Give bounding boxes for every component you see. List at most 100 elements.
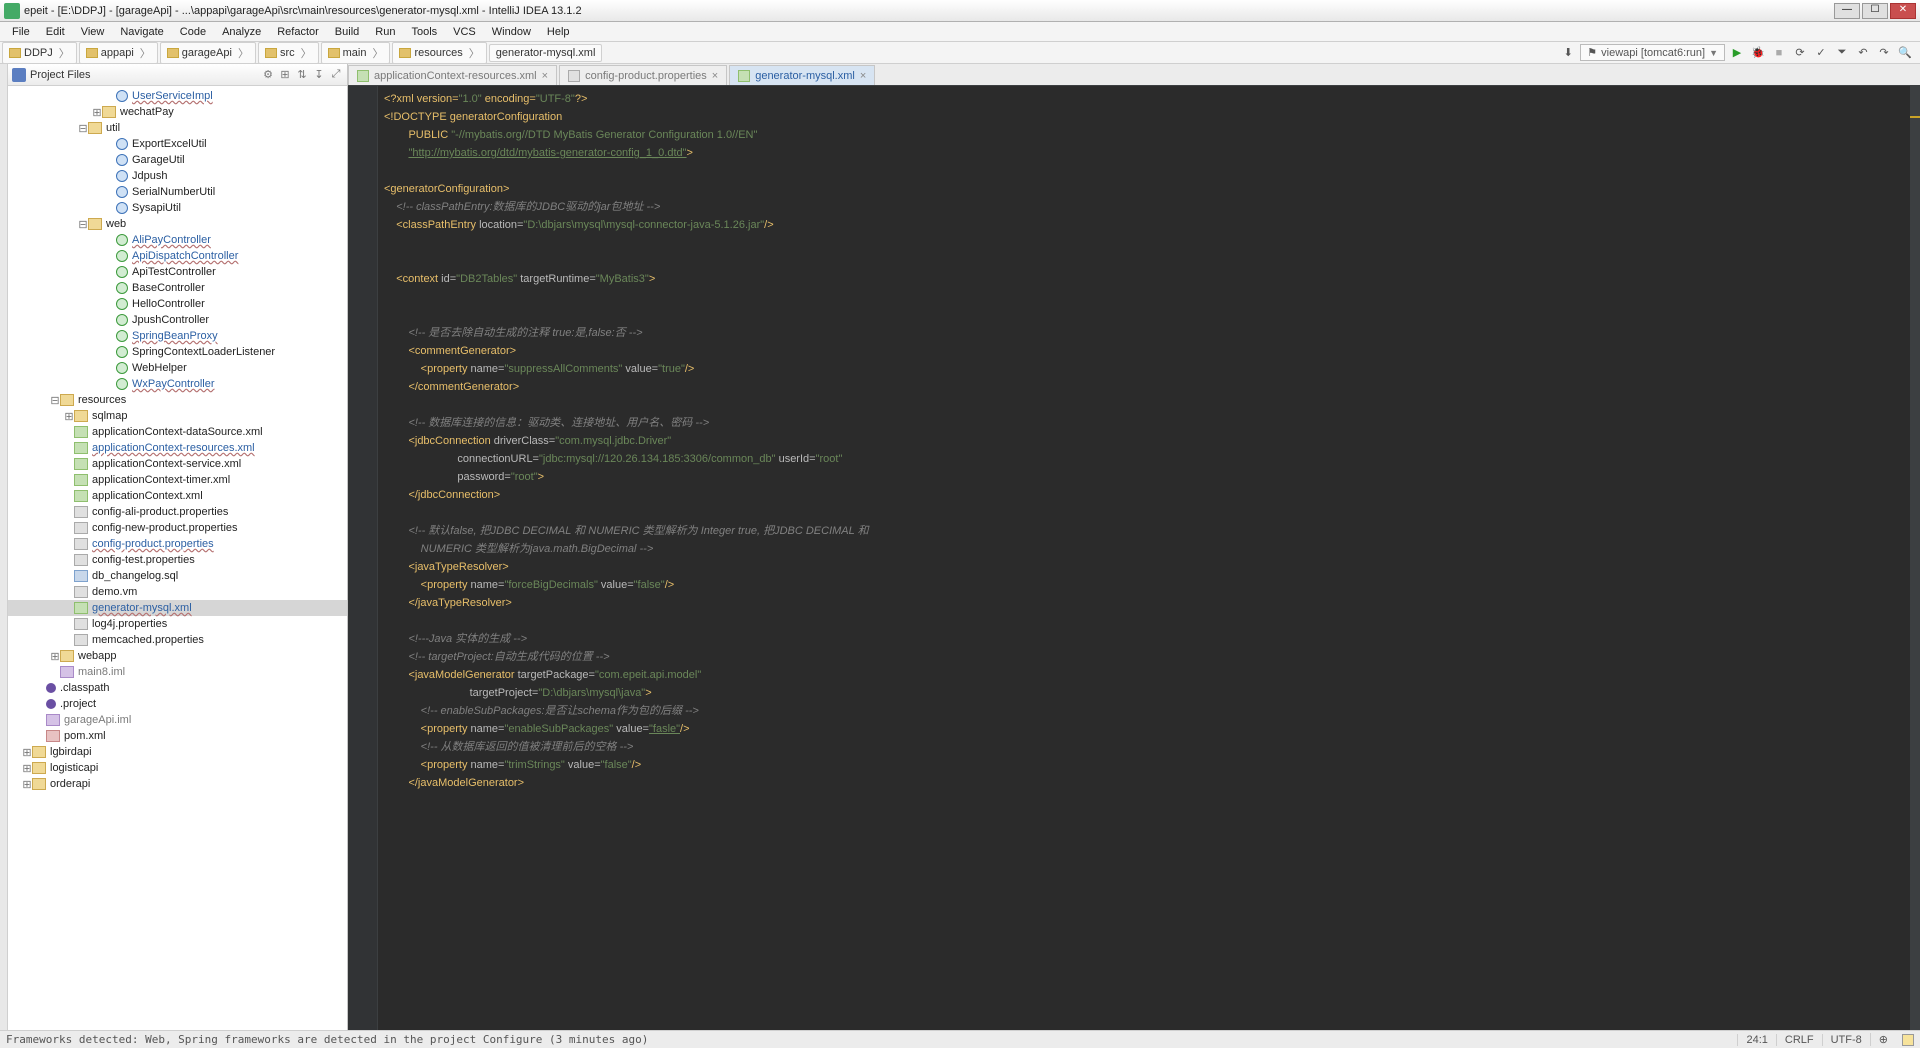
tree-node[interactable]: config-test.properties: [8, 552, 347, 568]
forward-icon[interactable]: ↷: [1875, 44, 1893, 62]
tree-node[interactable]: applicationContext-timer.xml: [8, 472, 347, 488]
menu-build[interactable]: Build: [327, 24, 367, 40]
tree-node[interactable]: JpushController: [8, 312, 347, 328]
close-button[interactable]: ✕: [1890, 3, 1916, 19]
tree-node[interactable]: ⊞lgbirdapi: [8, 744, 347, 760]
line-separator[interactable]: CRLF: [1776, 1034, 1822, 1046]
tree-node[interactable]: SpringBeanProxy: [8, 328, 347, 344]
tree-node[interactable]: WebHelper: [8, 360, 347, 376]
tree-node[interactable]: config-product.properties: [8, 536, 347, 552]
gear-icon[interactable]: ⚙: [261, 68, 275, 82]
crumb-root[interactable]: DDPJ: [2, 42, 77, 64]
crumb[interactable]: src: [258, 42, 319, 64]
back-icon[interactable]: ↶: [1854, 44, 1872, 62]
tree-node[interactable]: garageApi.iml: [8, 712, 347, 728]
make-project-icon[interactable]: ⬇: [1559, 44, 1577, 62]
scroll-from-icon[interactable]: ↧: [312, 68, 326, 82]
tree-twisty-icon[interactable]: ⊟: [50, 394, 60, 407]
menu-tools[interactable]: Tools: [403, 24, 445, 40]
tab-config-product[interactable]: config-product.properties×: [559, 65, 727, 85]
tree-node[interactable]: ⊞webapp: [8, 648, 347, 664]
menu-run[interactable]: Run: [367, 24, 403, 40]
tree-twisty-icon[interactable]: ⊟: [78, 218, 88, 231]
tree-node[interactable]: SpringContextLoaderListener: [8, 344, 347, 360]
close-icon[interactable]: ×: [860, 70, 866, 82]
status-message[interactable]: Frameworks detected: Web, Spring framewo…: [6, 1033, 1737, 1046]
tree-node[interactable]: WxPayController: [8, 376, 347, 392]
close-icon[interactable]: ×: [542, 70, 548, 82]
crumb[interactable]: garageApi: [160, 42, 256, 64]
run-config-selector[interactable]: ⚑viewapi [tomcat6:run]▼: [1580, 44, 1725, 61]
crumb-file[interactable]: generator-mysql.xml: [489, 44, 603, 62]
tree-node[interactable]: SysapiUtil: [8, 200, 347, 216]
tree-node[interactable]: ⊞sqlmap: [8, 408, 347, 424]
tree-twisty-icon[interactable]: ⊞: [92, 106, 102, 119]
tree-node[interactable]: demo.vm: [8, 584, 347, 600]
tree-node[interactable]: ExportExcelUtil: [8, 136, 347, 152]
tree-node[interactable]: ⊞wechatPay: [8, 104, 347, 120]
tree-node[interactable]: ApiDispatchController: [8, 248, 347, 264]
menu-refactor[interactable]: Refactor: [269, 24, 327, 40]
menu-file[interactable]: File: [4, 24, 38, 40]
close-icon[interactable]: ×: [712, 70, 718, 82]
tree-node[interactable]: main8.iml: [8, 664, 347, 680]
menu-code[interactable]: Code: [172, 24, 214, 40]
hide-icon[interactable]: ⤢: [329, 68, 343, 82]
tree-twisty-icon[interactable]: ⊞: [50, 650, 60, 663]
overview-ruler[interactable]: [1910, 86, 1920, 1030]
tree-node[interactable]: GarageUtil: [8, 152, 347, 168]
search-icon[interactable]: 🔍: [1896, 44, 1914, 62]
menu-edit[interactable]: Edit: [38, 24, 73, 40]
vcs-commit-icon[interactable]: ✓: [1812, 44, 1830, 62]
tree-node[interactable]: ⊞logisticapi: [8, 760, 347, 776]
tree-node[interactable]: pom.xml: [8, 728, 347, 744]
insert-mode[interactable]: ⊕: [1870, 1033, 1896, 1046]
tab-generator-mysql[interactable]: generator-mysql.xml×: [729, 65, 875, 85]
tree-node[interactable]: BaseController: [8, 280, 347, 296]
tree-twisty-icon[interactable]: ⊟: [78, 122, 88, 135]
tree-node[interactable]: applicationContext-dataSource.xml: [8, 424, 347, 440]
tree-node[interactable]: SerialNumberUtil: [8, 184, 347, 200]
crumb[interactable]: appapi: [79, 42, 158, 64]
tree-twisty-icon[interactable]: ⊞: [22, 778, 32, 791]
crumb[interactable]: main: [321, 42, 391, 64]
tab-applicationcontext-resources[interactable]: applicationContext-resources.xml×: [348, 65, 557, 85]
file-encoding[interactable]: UTF-8: [1822, 1034, 1870, 1046]
tree-node[interactable]: ApiTestController: [8, 264, 347, 280]
editor-gutter[interactable]: [348, 86, 378, 1030]
left-tool-strip[interactable]: [0, 64, 8, 1030]
tree-twisty-icon[interactable]: ⊞: [22, 746, 32, 759]
tree-node[interactable]: ⊟resources: [8, 392, 347, 408]
menu-help[interactable]: Help: [539, 24, 578, 40]
tree-node[interactable]: applicationContext-resources.xml: [8, 440, 347, 456]
warning-marker[interactable]: [1910, 116, 1920, 118]
tree-node[interactable]: generator-mysql.xml: [8, 600, 347, 616]
minimize-button[interactable]: —: [1834, 3, 1860, 19]
tree-node[interactable]: .project: [8, 696, 347, 712]
tree-node[interactable]: config-new-product.properties: [8, 520, 347, 536]
tree-node[interactable]: AliPayController: [8, 232, 347, 248]
project-view-label[interactable]: Project Files: [30, 69, 258, 81]
tree-node[interactable]: ⊞orderapi: [8, 776, 347, 792]
menu-vcs[interactable]: VCS: [445, 24, 484, 40]
maximize-button[interactable]: ☐: [1862, 3, 1888, 19]
tree-node[interactable]: db_changelog.sql: [8, 568, 347, 584]
tree-node[interactable]: log4j.properties: [8, 616, 347, 632]
tree-node[interactable]: memcached.properties: [8, 632, 347, 648]
menu-navigate[interactable]: Navigate: [112, 24, 171, 40]
tree-node[interactable]: UserServiceImpl: [8, 88, 347, 104]
tree-node[interactable]: applicationContext.xml: [8, 488, 347, 504]
vcs-update-icon[interactable]: ⟳: [1791, 44, 1809, 62]
caret-position[interactable]: 24:1: [1737, 1034, 1775, 1046]
tree-node[interactable]: config-ali-product.properties: [8, 504, 347, 520]
vcs-history-icon[interactable]: ⏷: [1833, 44, 1851, 62]
menu-analyze[interactable]: Analyze: [214, 24, 269, 40]
run-button[interactable]: ▶: [1728, 44, 1746, 62]
stop-button[interactable]: ■: [1770, 44, 1788, 62]
tree-node[interactable]: .classpath: [8, 680, 347, 696]
tree-node[interactable]: ⊟util: [8, 120, 347, 136]
crumb[interactable]: resources: [392, 42, 486, 64]
debug-button[interactable]: 🐞: [1749, 44, 1767, 62]
tree-twisty-icon[interactable]: ⊞: [64, 410, 74, 423]
tree-node[interactable]: applicationContext-service.xml: [8, 456, 347, 472]
